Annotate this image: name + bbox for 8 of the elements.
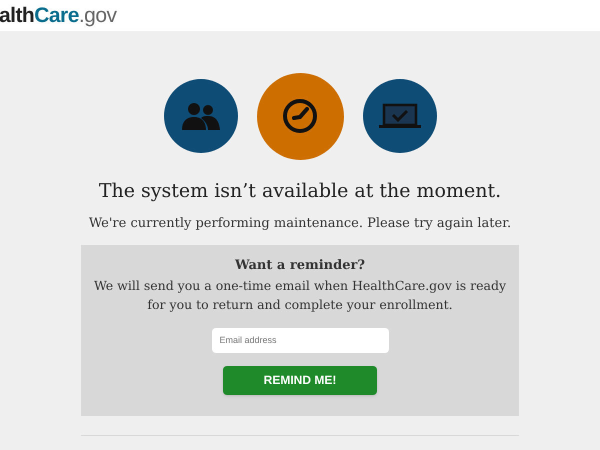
reminder-title: Want a reminder? bbox=[235, 257, 365, 275]
clock-icon bbox=[282, 98, 318, 134]
reminder-text: We will send you a one-time email when HealthCare.gov is ready for you to return and complete your enrollment. bbox=[92, 276, 508, 314]
message: We're currently performing maintenance. Please try again later. bbox=[88, 214, 512, 232]
remind-me-button[interactable]: REMIND ME! bbox=[223, 366, 377, 394]
people-icon bbox=[180, 101, 220, 131]
email-field[interactable]: Email address bbox=[212, 328, 388, 352]
heading: The system isn’t available at the moment. bbox=[98, 179, 502, 204]
